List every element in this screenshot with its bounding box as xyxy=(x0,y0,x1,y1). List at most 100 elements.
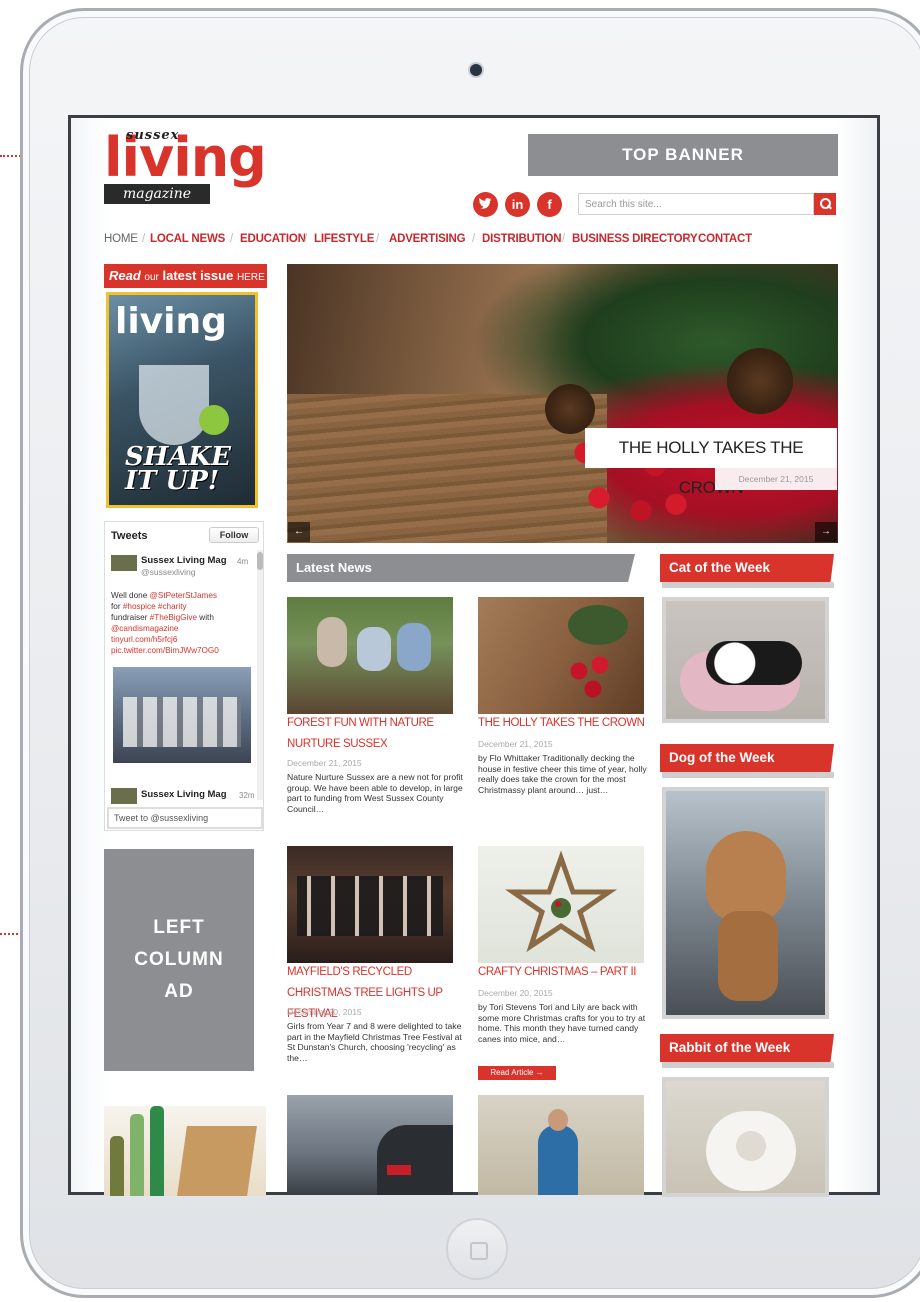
tweet-author[interactable]: Sussex Living Mag xyxy=(141,789,227,800)
page-stage: living sussex magazine TOP BANNER in f S… xyxy=(0,0,920,1302)
cover-title: living xyxy=(115,301,227,342)
article-date: December 21, 2015 xyxy=(287,758,362,768)
child-figure xyxy=(397,623,431,671)
magazine-cover[interactable]: living SHAKE IT UP! xyxy=(106,292,258,508)
nav-item-distribution[interactable]: DISTRIBUTION xyxy=(482,233,562,245)
holly-leaves xyxy=(568,605,628,645)
ipad-camera xyxy=(470,64,482,76)
tweet-author[interactable]: Sussex Living Mag xyxy=(141,555,227,566)
nav-item-home[interactable]: HOME xyxy=(104,233,138,245)
car-light xyxy=(387,1165,411,1175)
tweet-text-part: for xyxy=(111,602,123,611)
tweet-link[interactable]: pic.twitter.com/BimJWw7OG0 xyxy=(111,646,219,655)
cat-photo[interactable] xyxy=(662,597,829,723)
article-image-car[interactable] xyxy=(287,1095,453,1195)
tweet-link[interactable]: @StPeterStJames xyxy=(150,591,217,600)
recycling-photo[interactable] xyxy=(104,1106,266,1196)
article-title[interactable]: THE HOLLY TAKES THE CROWN xyxy=(478,713,656,734)
dog-body xyxy=(718,911,778,1001)
tweets-heading: Tweets xyxy=(111,530,148,542)
read-article-button[interactable]: Read Article → xyxy=(478,1066,556,1080)
tweet-photo[interactable] xyxy=(113,667,251,763)
nav-item-advertising[interactable]: ADVERTISING xyxy=(389,233,466,245)
article-date: December 21, 2015 xyxy=(478,739,553,749)
article-image-crafty-christmas[interactable] xyxy=(478,846,644,963)
choir-figures xyxy=(297,876,443,936)
nav-separator: / xyxy=(472,233,475,245)
facebook-icon[interactable]: f xyxy=(537,192,562,217)
tweet-link[interactable]: #hospice #charity xyxy=(123,602,187,611)
cat-of-the-week-heading: Cat of the Week xyxy=(660,554,834,582)
article-image-reception[interactable] xyxy=(478,1095,644,1195)
left-column-ad[interactable]: LEFT COLUMN AD xyxy=(104,849,254,1071)
nav-separator: / xyxy=(230,233,233,245)
nav-separator: / xyxy=(688,233,691,245)
nav-item-contact[interactable]: CONTACT xyxy=(698,233,752,245)
cat-heading-shadow xyxy=(662,582,834,588)
tweet-handle: @sussexliving xyxy=(141,567,196,577)
tweet-to-input[interactable]: Tweet to @sussexliving xyxy=(107,807,263,829)
article-date: December 20, 2015 xyxy=(478,988,553,998)
read-latest-issue-link[interactable]: Read our latest issue HERE xyxy=(104,264,267,288)
rabbit-photo[interactable] xyxy=(662,1077,829,1197)
cat-body xyxy=(706,641,802,685)
hero-pinecone xyxy=(727,348,793,414)
dog-of-the-week-heading: Dog of the Week xyxy=(660,744,834,772)
article-image-mayfield[interactable] xyxy=(287,846,453,963)
article-excerpt: Nature Nurture Sussex are a new not for … xyxy=(287,772,463,814)
tweet-text: Well done @StPeterStJames for #hospice #… xyxy=(111,590,261,656)
hero-title[interactable]: THE HOLLY TAKES THE CROWN xyxy=(585,428,837,497)
search-button[interactable] xyxy=(814,193,836,215)
tweet-link[interactable]: @candismagazine xyxy=(111,624,178,633)
linkedin-icon[interactable]: in xyxy=(505,192,530,217)
latest-issue-label: latest issue xyxy=(162,268,234,283)
avatar xyxy=(111,555,137,571)
nav-item-local-news[interactable]: LOCAL NEWS xyxy=(150,233,225,245)
rabbit-of-the-week-heading: Rabbit of the Week xyxy=(660,1034,834,1062)
top-banner-ad[interactable]: TOP BANNER xyxy=(528,134,838,176)
article-image-holly[interactable] xyxy=(478,597,644,714)
bottle xyxy=(150,1106,164,1196)
tweet-link[interactable]: tinyurl.com/h5rfcj6 xyxy=(111,635,177,644)
article-date: December 20, 2015 xyxy=(287,1007,362,1017)
dog-photo[interactable] xyxy=(662,787,829,1019)
dog-head xyxy=(706,831,786,921)
follow-button[interactable]: Follow xyxy=(209,527,259,543)
cardboard-box xyxy=(177,1126,257,1196)
person-figure xyxy=(538,1125,578,1195)
article-title[interactable]: FOREST FUN WITH NATURE NURTURE SUSSEX xyxy=(287,713,465,755)
article-image-forest-fun[interactable] xyxy=(287,597,453,714)
here-label: HERE xyxy=(236,272,265,283)
rabbit-ear xyxy=(736,1131,766,1161)
nav-separator: / xyxy=(562,233,565,245)
rabbit-heading-shadow xyxy=(662,1062,834,1068)
avatar xyxy=(111,788,137,804)
cover-lime xyxy=(199,405,229,435)
tweet-text-part: Well done xyxy=(111,591,150,600)
nav-item-education[interactable]: EDUCATION xyxy=(240,233,306,245)
article-title[interactable]: CRAFTY CHRISTMAS – PART II xyxy=(478,962,656,983)
tweet-link[interactable]: #TheBigGive xyxy=(150,613,197,622)
dog-heading-shadow xyxy=(662,772,834,778)
search-input[interactable]: Search this site... xyxy=(578,193,814,215)
star-wreath-icon xyxy=(504,850,618,953)
nav-separator: / xyxy=(304,233,307,245)
article-excerpt: Girls from Year 7 and 8 were delighted t… xyxy=(287,1021,462,1063)
hero-prev-button[interactable]: ← xyxy=(288,522,310,542)
tweets-scrollbar[interactable] xyxy=(257,550,263,800)
article-excerpt: by Flo Whittaker Traditionally decking t… xyxy=(478,753,647,795)
nav-item-business-directory[interactable]: BUSINESS DIRECTORY xyxy=(572,233,698,245)
twitter-icon[interactable] xyxy=(473,192,498,217)
child-figure xyxy=(357,627,391,671)
bottle xyxy=(130,1114,144,1196)
hero-slider[interactable] xyxy=(287,264,838,543)
our-label: our xyxy=(144,272,159,283)
car-shape xyxy=(377,1125,453,1195)
ipad-home-button[interactable] xyxy=(446,1218,508,1280)
hero-next-button[interactable]: → xyxy=(815,522,837,542)
bottle xyxy=(110,1136,124,1196)
latest-news-heading: Latest News xyxy=(287,554,635,582)
tweet-text-part: with xyxy=(197,613,214,622)
cover-cocktail-glass xyxy=(139,365,209,445)
nav-item-lifestyle[interactable]: LIFESTYLE xyxy=(314,233,374,245)
